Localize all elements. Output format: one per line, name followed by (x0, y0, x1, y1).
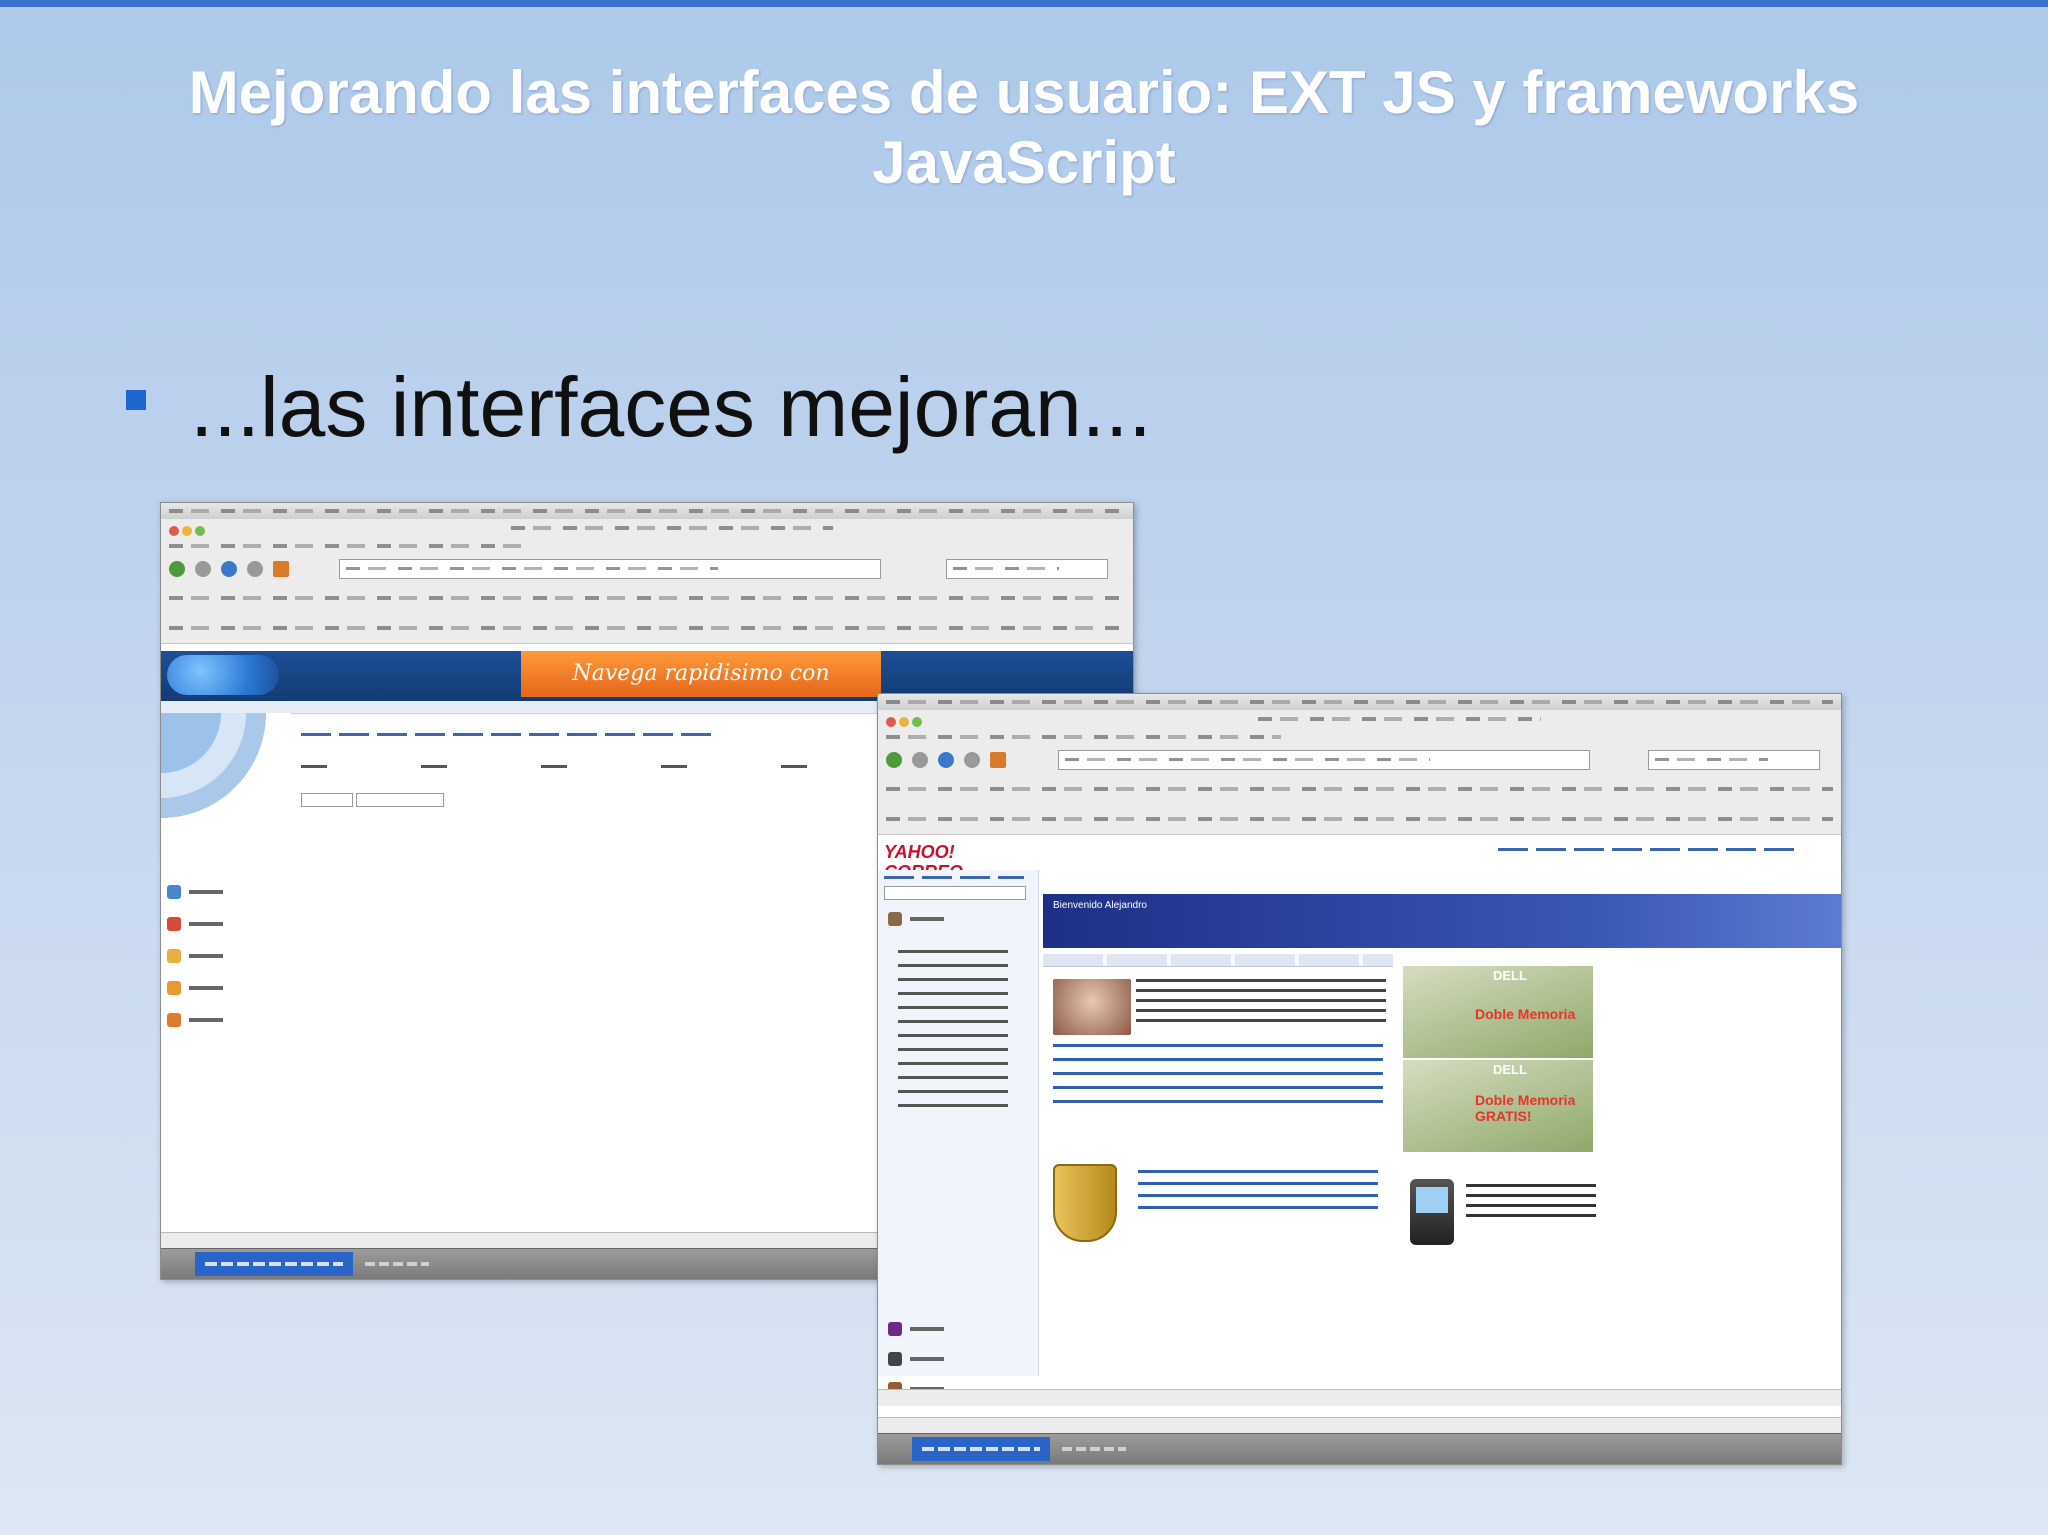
sidebar-promo-2 (888, 1350, 944, 1368)
bookmarks-bar (878, 774, 1841, 805)
sidebar-search (884, 886, 1026, 900)
taskbar-window (1054, 1437, 1134, 1461)
folder-trash (167, 915, 223, 933)
folder-sidebar (878, 870, 1039, 1396)
bullet-text: ...las interfaces mejoran... (190, 360, 1152, 454)
antispam-shield-icon (1053, 1164, 1117, 1242)
news-links (1053, 1044, 1383, 1114)
search-box (1648, 750, 1820, 770)
mail-filter-button (301, 793, 353, 807)
mail-logo-icon (167, 655, 279, 695)
mail-list-header (301, 765, 861, 768)
slide-title: Mejorando las interfaces de usuario: EXT… (188, 59, 1860, 196)
navigation-toolbar (161, 555, 1133, 584)
menu-bar (878, 728, 1841, 747)
window-titlebar (878, 710, 1841, 729)
sidebar-promo-1 (888, 1320, 944, 1338)
folder-list (898, 950, 1008, 1110)
bookmarks-bar (161, 583, 1133, 614)
bullet-square-icon (126, 390, 146, 410)
desktop-panel (161, 503, 1133, 520)
menu-bar (161, 537, 1133, 556)
top-links (1498, 848, 1798, 851)
content-status-bar (878, 1389, 1841, 1406)
dell-brand-2: DELL (1493, 1062, 1527, 1077)
mobile-phone-icon (1410, 1179, 1454, 1245)
taskbar-active-window (912, 1437, 1050, 1461)
taskbar-window (357, 1252, 437, 1276)
sidebar-actions (884, 876, 1024, 879)
dell-ad-1-text: Doble Memoria (1475, 1006, 1576, 1022)
url-bar (339, 559, 881, 579)
news-summary (1136, 979, 1386, 1029)
top-accent-bar (0, 0, 2048, 7)
navigation-toolbar (878, 746, 1841, 775)
welcome-header: Bienvenido Alejandro (1043, 894, 1841, 948)
window-titlebar (161, 519, 1133, 538)
folder-sent (167, 979, 223, 997)
sidebar-contact (888, 910, 944, 928)
taskbar-active-window (195, 1252, 353, 1276)
search-box (946, 559, 1108, 579)
folder-inbox (167, 883, 223, 901)
welcome-text: Bienvenido Alejandro (1053, 900, 1147, 911)
news-thumbnail (1053, 979, 1131, 1035)
content-tabs (1043, 954, 1393, 967)
promo-banner: Navega rapidisimo con Telefonica (521, 651, 881, 732)
extensions-toolbar (161, 613, 1133, 644)
antispam-text (1138, 1170, 1378, 1210)
yahoo-logo: YAHOO! CORREO (884, 842, 963, 882)
dell-brand-1: DELL (1493, 968, 1527, 983)
screenshot-yahoo-right: YAHOO! CORREO Bienvenido Alejandro DELL … (877, 693, 1842, 1465)
folder-spam (167, 1011, 223, 1029)
mail-toolbar-links (301, 733, 711, 736)
dell-ad-1: DELL Doble Memoria (1403, 966, 1593, 1058)
desktop-panel (878, 694, 1841, 711)
mobile-promo-text (1466, 1184, 1596, 1224)
dell-ad-2: DELL Doble Memoria GRATIS! (1403, 1060, 1593, 1152)
nav-buttons (169, 561, 299, 582)
decorative-swirl-icon (161, 713, 291, 853)
nav-buttons (886, 752, 1016, 773)
dell-ad-2-text: Doble Memoria GRATIS! (1475, 1092, 1576, 1124)
mail-filter-select (356, 793, 444, 807)
url-bar (1058, 750, 1590, 770)
status-bar (878, 1417, 1841, 1434)
extensions-toolbar (878, 804, 1841, 835)
folder-drafts (167, 947, 223, 965)
taskbar (878, 1433, 1841, 1464)
